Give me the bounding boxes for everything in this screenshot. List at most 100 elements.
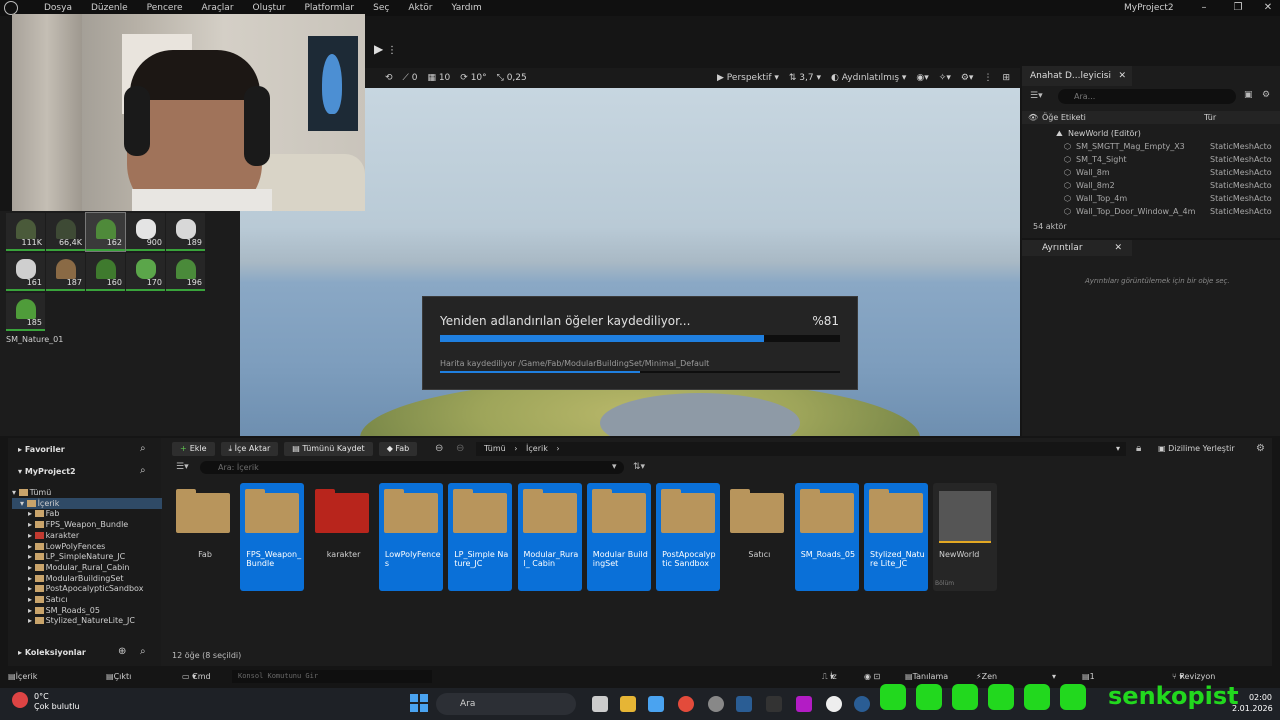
record-icon[interactable]: ◉ ⊡ [864,668,880,686]
outliner-row[interactable]: ⬡ SM_SMGTT_Mag_Empty_X3 StaticMeshActo [1022,140,1280,153]
folder-tile[interactable]: karakter [310,483,374,591]
folder-tile[interactable]: SM_Roads_05 [794,483,859,591]
dock-in-layout-button[interactable]: ▣ Dizilime Yerleştir [1158,444,1235,453]
folder-tile[interactable]: Modular BuildingSet [586,483,651,591]
content-search-input[interactable]: Ara: İçerik [200,461,624,474]
collections-header[interactable]: ▸ Koleksiyonlar [18,648,86,657]
tree-folder[interactable]: ▸ LP_SimpleNature_JC [12,551,162,562]
folder-tile[interactable]: Fab [171,483,235,591]
tree-folder[interactable]: ▸ FPS_Weapon_Bundle [12,519,162,530]
folder-tile[interactable]: Satıcı [725,483,789,591]
tree-folder[interactable]: ▸ ModularBuildingSet [12,573,162,584]
folder-tile[interactable]: FPS_Weapon_ Bundle [240,483,305,591]
close-icon[interactable]: ✕ [1258,0,1278,16]
weather-widget[interactable]: 0°C Çok bulutlu [34,692,80,712]
cmd-dropdown[interactable]: ▭ Cmd ▾ [182,668,211,686]
chevron-down-icon[interactable]: ▾ [612,462,617,472]
play-icon[interactable]: ▶ ⋮ [374,42,397,56]
import-button[interactable]: ⤓ İçe Aktar [220,442,279,456]
output-log-button[interactable]: ▤ Çıktı Günlüğü [106,668,147,699]
play-options-icon[interactable]: ⋮ [387,45,397,56]
tree-folder[interactable]: ▸ LowPolyFences [12,541,162,552]
menu-actor[interactable]: Aktör [408,0,432,16]
tab-outliner[interactable]: Anahat D...leyicisi ✕ [1022,66,1132,86]
outliner-root[interactable]: ⛰ NewWorld (Editör) [1022,127,1280,140]
chrome-icon[interactable] [678,696,694,712]
foliage-thumb[interactable]: 160 [86,253,125,291]
store-icon[interactable] [648,696,664,712]
foliage-thumb[interactable]: 185 [6,293,45,331]
back-icon[interactable]: ⊖ [435,443,443,454]
foliage-thumb[interactable]: 900 [126,213,165,251]
steam-icon[interactable] [854,696,870,712]
outliner-row[interactable]: ⬡ SM_T4_Sight StaticMeshActo [1022,153,1280,166]
tree-folder[interactable]: ▸ PostApocalypticSandbox [12,583,162,594]
folder-tile[interactable]: PostApocalyptic Sandbox [656,483,721,591]
foliage-thumb[interactable]: 66,4K [46,213,85,251]
outliner-row[interactable]: ⬡ Wall_8m2 StaticMeshActo [1022,179,1280,192]
unreal-icon[interactable] [826,696,842,712]
folder-tile[interactable]: LowPolyFences [378,483,443,591]
app-icon[interactable] [708,696,724,712]
col-label[interactable]: Öğe Etiketi [1042,111,1086,124]
add-collection-icon[interactable]: ⊕ [118,646,126,657]
task-view-icon[interactable] [592,696,608,712]
console-input[interactable]: Konsol Komutunu Gir [232,670,432,683]
settings-icon[interactable]: ⚙ [1256,443,1265,454]
add-button[interactable]: Ekle [172,442,215,456]
scale-snap-toggle[interactable]: ⤡ 0,25 [497,73,527,83]
visibility-icon[interactable]: 👁 [1028,111,1038,124]
maximize-icon[interactable]: ❐ [1228,0,1248,16]
minimize-icon[interactable]: – [1194,0,1214,16]
trace-button[interactable]: ⎍ İz ▾ [822,668,837,686]
file-explorer-icon[interactable] [620,696,636,712]
foliage-thumb[interactable]: 162 [85,212,126,252]
close-icon[interactable]: ✕ [1114,240,1122,256]
add-folder-icon[interactable]: ▣ [1244,90,1253,100]
taskbar-clock[interactable]: 02:00 2.01.2026 [1232,692,1273,714]
folder-tile[interactable]: Stylized_Nature Lite_JC [864,483,928,591]
chevron-right-icon[interactable]: › [514,444,517,453]
save-all-button[interactable]: ▤ Tümünü Kaydet [284,442,373,456]
chevron-right-icon[interactable]: › [556,444,559,453]
lock-icon[interactable]: 🔒︎ [1136,443,1141,454]
unreal-logo-icon[interactable] [4,1,18,15]
lighting-dropdown[interactable]: ◐ Aydınlatılmış ▾ [831,73,906,83]
forward-icon[interactable]: ⊖ [456,443,464,454]
search-icon[interactable]: ⌕ [140,443,146,454]
tab-details[interactable]: Ayrıntılar ✕ [1022,240,1132,256]
app-icon[interactable] [796,696,812,712]
foliage-thumb[interactable]: 189 [166,213,205,251]
tree-folder[interactable]: ▸ SM_Roads_05 [12,605,162,616]
filter-icon[interactable]: ☰▾ [1030,91,1043,101]
steam-icon[interactable] [736,696,752,712]
tree-folder[interactable]: ▸ karakter [12,530,162,541]
chevron-down-icon[interactable]: ▾ [1116,442,1120,456]
content-drawer-button[interactable]: ▤ İçerik Çekmecesi [8,668,59,699]
menu-help[interactable]: Yardım [451,0,481,16]
folder-tile[interactable]: Modular_Rural_ Cabin [517,483,582,591]
foliage-thumb[interactable]: 196 [166,253,205,291]
windows-start-icon[interactable] [410,694,428,712]
tree-folder[interactable]: ▸ Fab [12,508,162,519]
tree-folder[interactable]: ▸ Satıcı [12,594,162,605]
foliage-thumb[interactable]: 170 [126,253,165,291]
perspective-dropdown[interactable]: ▶ Perspektif ▾ [717,73,779,83]
outliner-row[interactable]: ⬡ Wall_8m StaticMeshActo [1022,166,1280,179]
settings-icon[interactable]: ⚙ [1262,90,1270,100]
map-tile-newworld[interactable]: NewWorld Bölüm [933,483,997,591]
camera-speed[interactable]: ⇅ 3,7 ▾ [789,73,821,83]
show-icon[interactable]: ◉▾ [916,73,928,83]
search-icon[interactable]: ⌕ [140,646,146,657]
tree-folder[interactable]: ▾ Tümü [12,487,162,498]
favorites-header[interactable]: ▸ Favoriler [18,445,65,454]
epic-games-icon[interactable] [766,696,782,712]
tree-folder[interactable]: ▾ İçerik [12,497,162,509]
folder-tile[interactable]: LP_Simple Nature_JC [448,483,513,591]
col-type[interactable]: Tür [1204,111,1216,124]
filter-icon[interactable]: ☰▾ [176,462,189,472]
grid-snap-toggle[interactable]: ▦ 10 [427,73,450,83]
breadcrumb-all[interactable]: Tümü [484,444,506,453]
weather-icon[interactable] [12,692,28,708]
more-icon[interactable]: ⋮ [983,73,992,83]
